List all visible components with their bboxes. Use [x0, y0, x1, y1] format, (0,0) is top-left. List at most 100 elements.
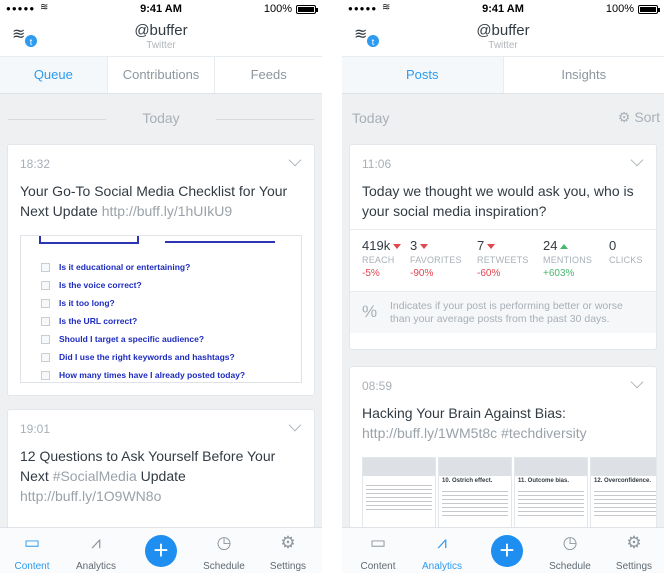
post-stats: 419k REACH -5% 3 FAVORITES -90% 7 RETWEE…	[350, 229, 656, 291]
tabbar-label: Settings	[615, 561, 653, 572]
checklist-item: How many times have I already posted tod…	[41, 370, 245, 381]
chevron-down-icon[interactable]	[630, 375, 644, 389]
tabbar-content[interactable]: ▭ Content	[2, 532, 62, 572]
queue-screen: ●●●●● ≋ 9:41 AM 100% ≋ t @buffer Twitter…	[0, 0, 322, 573]
post-link[interactable]: http://buff.ly/1WM5t8c	[362, 425, 497, 441]
bottom-tab-bar: ▭ Content ⩘ Analytics + ◷ Schedule ⚙ Set…	[342, 527, 664, 573]
stat-change: -90%	[410, 268, 434, 279]
post-hashtag[interactable]: #techdiversity	[497, 425, 587, 441]
tabbar-schedule[interactable]: ◷ Schedule	[540, 532, 600, 572]
image-decoration	[39, 236, 139, 244]
gear-icon: ⚙	[617, 109, 631, 125]
bias-illustration	[591, 458, 656, 476]
tabbar-label: Content	[360, 561, 396, 572]
segment-tabs: Posts Insights	[342, 56, 664, 94]
stat-reach: 419k REACH -5%	[362, 238, 402, 279]
compose-button[interactable]: +	[491, 535, 523, 567]
post-card[interactable]: 19:01 12 Questions to Ask Yourself Befor…	[7, 409, 315, 527]
sort-button[interactable]: ⚙ Sort	[618, 109, 660, 126]
stat-value: 419k	[362, 238, 391, 253]
stat-value: 3	[410, 238, 418, 253]
schedule-icon: ◷	[216, 533, 232, 552]
tabbar-content[interactable]: ▭ Content	[348, 532, 408, 572]
bias-card: 12. Overconfidence.	[590, 457, 656, 527]
chevron-down-icon[interactable]	[630, 153, 644, 167]
post-card[interactable]: 11:06 Today we thought we would ask you,…	[349, 144, 657, 350]
content-icon: ▭	[23, 533, 41, 552]
checklist-item: Is the URL correct?	[41, 316, 138, 327]
tabbar-schedule[interactable]: ◷ Schedule	[194, 532, 254, 572]
post-link[interactable]: http://buff.ly/1O9WN8o	[20, 488, 161, 504]
trend-up-icon	[560, 244, 569, 250]
profile-name: @buffer	[134, 22, 188, 39]
stat-change: -5%	[362, 268, 380, 279]
bias-illustration	[515, 458, 587, 476]
tabbar-settings[interactable]: ⚙ Settings	[604, 532, 664, 572]
profile-network: Twitter	[146, 40, 176, 51]
battery-percent: 100%	[605, 3, 634, 15]
tabbar-analytics[interactable]: ⩘ Analytics	[412, 532, 472, 572]
profile-name: @buffer	[476, 22, 530, 39]
bias-illustration	[363, 458, 435, 476]
tabbar-label: Analytics	[75, 561, 116, 572]
post-link[interactable]: http://buff.ly/1hUIkU9	[102, 203, 232, 219]
status-bar: ●●●●● ≋ 9:41 AM 100%	[0, 0, 322, 20]
post-time: 18:32	[20, 157, 51, 171]
checkbox-icon	[41, 281, 50, 291]
battery-icon	[296, 5, 318, 14]
bias-title: 10. Ostrich effect.	[442, 478, 493, 484]
checklist-item: Did I use the right keywords and hashtag…	[41, 352, 235, 363]
bias-title: 11. Outcome bias.	[518, 478, 570, 484]
queue-list[interactable]: Today 18:32 Your Go-To Social Media Chec…	[0, 94, 322, 527]
tab-queue[interactable]: Queue	[0, 57, 108, 93]
checkbox-icon	[41, 371, 50, 381]
checklist-label: Is the URL correct?	[59, 316, 138, 326]
bias-title: 12. Overconfidence.	[594, 478, 652, 484]
post-body: Update	[136, 468, 186, 484]
bias-card	[362, 457, 436, 527]
tab-insights[interactable]: Insights	[504, 57, 664, 93]
bias-card: 10. Ostrich effect.	[438, 457, 512, 527]
compose-button[interactable]: +	[145, 535, 177, 567]
bias-title	[363, 476, 435, 480]
checklist-item: Should I target a specific audience?	[41, 334, 205, 345]
analytics-icon: ⩘	[437, 533, 447, 552]
status-bar: ●●●●● ≋ 9:41 AM 100%	[342, 0, 664, 20]
tab-posts[interactable]: Posts	[342, 57, 504, 93]
image-decoration	[165, 241, 275, 243]
tabbar-label: Schedule	[549, 561, 591, 572]
tabbar-settings[interactable]: ⚙ Settings	[258, 532, 318, 572]
post-text: Hacking Your Brain Against Bias: http://…	[362, 403, 644, 443]
post-body: Hacking Your Brain Against Bias:	[362, 405, 566, 421]
tab-contributions[interactable]: Contributions	[108, 57, 216, 93]
checklist-label: Should I target a specific audience?	[59, 334, 205, 344]
post-hashtag[interactable]: #SocialMedia	[53, 468, 137, 484]
post-card[interactable]: 08:59 Hacking Your Brain Against Bias: h…	[349, 366, 657, 527]
nav-bar: ≋ t @buffer Twitter	[0, 20, 322, 56]
post-image: 10. Ostrich effect. 11. Outcome bias. 12…	[362, 457, 656, 527]
note-text: Indicates if your post is performing bet…	[390, 300, 623, 325]
sort-label: Sort	[634, 109, 660, 125]
trend-down-icon	[420, 244, 429, 250]
checklist-label: Is the voice correct?	[59, 280, 142, 290]
post-card[interactable]: 18:32 Your Go-To Social Media Checklist …	[7, 144, 315, 396]
posts-list[interactable]: Today ⚙ Sort 11:06 Today we thought we w…	[342, 94, 664, 527]
tabbar-label: Content	[14, 561, 50, 572]
trend-down-icon	[487, 244, 496, 250]
chevron-down-icon[interactable]	[288, 153, 302, 167]
chevron-down-icon[interactable]	[288, 418, 302, 432]
stat-value: 24	[543, 238, 558, 253]
post-time: 08:59	[362, 379, 393, 393]
bias-text	[366, 482, 432, 512]
stat-favorites: 3 FAVORITES -90%	[410, 238, 462, 279]
battery-percent: 100%	[263, 3, 292, 15]
screenshot-stage: ●●●●● ≋ 9:41 AM 100% ≋ t @buffer Twitter…	[0, 0, 664, 573]
bias-text	[442, 488, 508, 518]
plus-icon: +	[153, 535, 169, 565]
stat-label: REACH	[362, 255, 395, 265]
nav-bar: ≋ t @buffer Twitter	[342, 20, 664, 56]
checklist-item: Is it educational or entertaining?	[41, 262, 190, 273]
tabbar-analytics[interactable]: ⩘ Analytics	[66, 532, 126, 572]
post-text: Today we thought we would ask you, who i…	[362, 183, 634, 219]
tab-feeds[interactable]: Feeds	[215, 57, 322, 93]
